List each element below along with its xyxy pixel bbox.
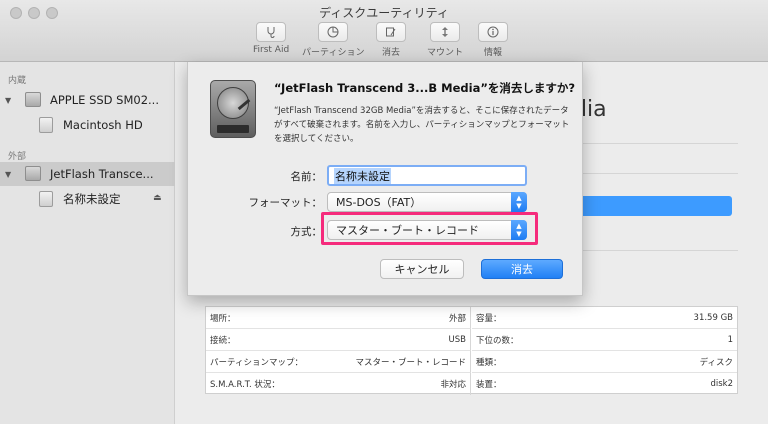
toolbar-partition[interactable]: パーティション <box>302 22 364 58</box>
erase-button[interactable]: 消去 <box>481 259 563 279</box>
external-disk-icon <box>25 166 41 181</box>
info-table: 場所： 外部 容量： 31.59 GB 接続： USB 下位の数： 1 パーティ… <box>205 306 738 395</box>
sidebar-item-label: APPLE SSD SM02... <box>50 93 159 107</box>
stethoscope-icon <box>256 22 287 42</box>
table-row: S.M.A.R.T. 状況： 非対応 <box>206 373 471 395</box>
toolbar-label: 消去 <box>381 48 400 58</box>
format-label: フォーマット： <box>248 197 323 209</box>
info-value: 1 <box>727 334 733 345</box>
info-value: 31.59 GB <box>693 312 733 323</box>
toolbar-mount[interactable]: マウント <box>427 22 463 58</box>
sidebar-item-apple-ssd[interactable]: ▼ APPLE SSD SM02... <box>0 88 175 112</box>
scheme-label: 方式： <box>290 226 323 238</box>
info-key: S.M.A.R.T. 状況： <box>210 380 280 390</box>
window-titlebar: ディスクユーティリティ First Aid パーティション 消去 マウント 情報 <box>0 0 768 62</box>
divider <box>575 143 738 144</box>
sidebar-section-internal: 内蔵 <box>8 76 27 86</box>
dialog-message: “JetFlash Transcend 32GB Media”を消去すると、そこ… <box>274 106 570 144</box>
info-key: 装置： <box>476 380 502 390</box>
volume-icon <box>39 117 53 133</box>
toolbar-first-aid[interactable]: First Aid <box>253 22 289 55</box>
info-key: 接続： <box>210 335 236 346</box>
eject-icon[interactable]: ⏏ <box>153 193 162 203</box>
table-row: 下位の数： 1 <box>472 329 737 351</box>
toolbar-label: 情報 <box>483 48 502 58</box>
table-row: 容量： 31.59 GB <box>472 307 737 329</box>
mount-icon <box>430 22 460 42</box>
sidebar-item-untitled-volume[interactable]: 名称未設定 ⏏ <box>0 187 175 211</box>
format-select[interactable]: MS-DOS（FAT） ▲ ▼ <box>327 192 527 212</box>
table-row: 接続： USB <box>206 329 471 351</box>
chevron-updown-icon: ▲ ▼ <box>511 192 527 212</box>
info-value: 非対応 <box>440 380 466 390</box>
toolbar-label: First Aid <box>253 45 290 55</box>
dialog-title: “JetFlash Transcend 3...B Media”を消去しますか? <box>274 81 576 95</box>
toolbar-info[interactable]: 情報 <box>478 22 508 58</box>
name-input-value: 名称未設定 <box>334 167 391 184</box>
info-key: 種類： <box>476 357 502 368</box>
sidebar-item-jetflash[interactable]: ▼ JetFlash Transce... <box>0 162 175 186</box>
sidebar-section-external: 外部 <box>8 152 27 162</box>
info-value: disk2 <box>710 379 733 389</box>
info-key: 容量： <box>476 313 502 324</box>
table-row: 種類： ディスク <box>472 351 737 373</box>
toolbar-label: パーティション <box>302 48 365 58</box>
pie-chart-icon <box>318 22 349 42</box>
info-value: 外部 <box>448 313 466 324</box>
erase-dialog: “JetFlash Transcend 3...B Media”を消去しますか?… <box>187 62 583 296</box>
table-row: 装置： disk2 <box>472 373 737 395</box>
toolbar-erase[interactable]: 消去 <box>376 22 406 58</box>
info-key: パーティションマップ： <box>210 357 303 368</box>
info-key: 下位の数： <box>476 335 519 346</box>
volume-icon <box>39 191 53 207</box>
sidebar-item-label: 名称未設定 <box>63 192 121 206</box>
info-value: ディスク <box>699 357 733 368</box>
hard-disk-icon <box>210 80 256 138</box>
toolbar-label: マウント <box>427 48 464 58</box>
info-icon <box>478 22 508 42</box>
name-input[interactable]: 名称未設定 <box>327 165 527 186</box>
eraser-icon <box>376 22 406 42</box>
info-value: USB <box>448 334 466 345</box>
internal-disk-icon <box>25 92 41 107</box>
divider <box>575 250 738 251</box>
table-row: パーティションマップ： マスター・ブート・レコード <box>206 351 471 373</box>
disclosure-triangle-icon[interactable]: ▼ <box>5 170 11 179</box>
window-title: ディスクユーティリティ <box>319 6 449 20</box>
sidebar-item-label: JetFlash Transce... <box>50 167 154 181</box>
cancel-button[interactable]: キャンセル <box>380 259 464 279</box>
sidebar: 内蔵 ▼ APPLE SSD SM02... Macintosh HD 外部 ▼… <box>0 62 175 424</box>
format-select-value: MS-DOS（FAT） <box>336 196 422 209</box>
table-row: 場所： 外部 <box>206 307 471 329</box>
disclosure-triangle-icon[interactable]: ▼ <box>5 96 11 105</box>
info-value: マスター・ブート・レコード <box>355 357 466 368</box>
highlight-annotation <box>321 212 538 245</box>
usage-bar <box>575 196 732 216</box>
name-label: 名前： <box>290 171 323 183</box>
sidebar-item-label: Macintosh HD <box>63 118 143 132</box>
divider <box>575 173 738 174</box>
info-key: 場所： <box>210 313 236 324</box>
sidebar-item-macintosh-hd[interactable]: Macintosh HD <box>0 113 175 137</box>
